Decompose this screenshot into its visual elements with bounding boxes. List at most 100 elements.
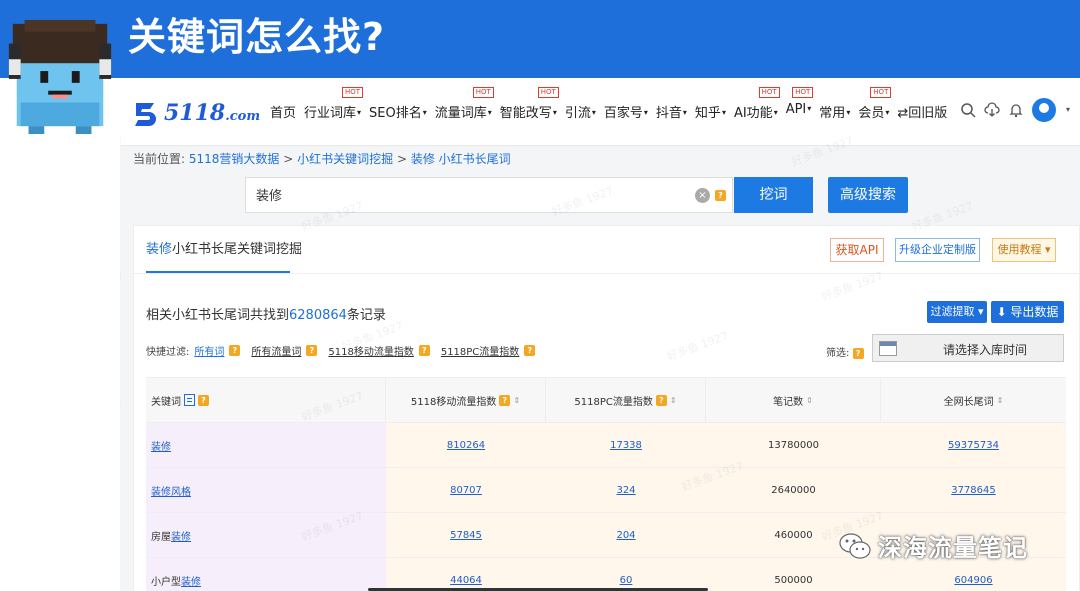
menu-item-5[interactable]: 引流▾ [561, 102, 600, 121]
menu-item-label: 流量词库 [434, 106, 487, 121]
screen-label-text: 筛选: [826, 348, 850, 359]
breadcrumb-item-xhs-keyword[interactable]: 小红书关键词挖掘 [297, 152, 393, 166]
upgrade-enterprise-button[interactable]: 升级企业定制版 [895, 238, 980, 262]
keyword-link[interactable]: 装修风格 [151, 483, 191, 498]
bell-icon[interactable] [1008, 102, 1024, 118]
keyword-link[interactable]: 装修 [171, 528, 191, 543]
menu-item-11[interactable]: 常用▾ [815, 102, 854, 121]
chevron-down-icon: ▾ [643, 108, 648, 117]
mobile-index-link[interactable]: 44064 [450, 575, 482, 586]
chevron-down-icon: ▾ [487, 108, 492, 117]
advanced-search-button[interactable]: 高级搜索 [828, 177, 908, 213]
pc-index-link[interactable]: 60 [620, 575, 633, 586]
list-icon[interactable] [184, 394, 195, 406]
col-keyword: 关键词 ? [146, 378, 386, 422]
longtail-link[interactable]: 604906 [954, 575, 992, 586]
help-icon[interactable]: ? [306, 345, 318, 356]
help-icon[interactable]: ? [499, 394, 511, 406]
notes-count: 460000 [774, 529, 813, 541]
breadcrumb-item-current[interactable]: 装修 小红书长尾词 [411, 152, 511, 166]
cell-pc-index: 17338 [546, 423, 706, 467]
help-icon[interactable]: ? [715, 190, 726, 201]
menu-item-9[interactable]: AI功能▾ HOT [730, 87, 782, 121]
export-data-button[interactable]: ⬇ 导出数据 [991, 301, 1064, 323]
tutorial-button[interactable]: 使用教程 ▾ [992, 238, 1056, 262]
filter-extract-button[interactable]: 过滤提取 ▾ [927, 301, 987, 323]
cell-mobile-index: 44064 [386, 558, 546, 591]
get-api-button[interactable]: 获取API [830, 238, 884, 262]
quick-filter-traffic[interactable]: 所有流量词 [251, 343, 301, 358]
banner: 关键词怎么找? [0, 0, 1080, 78]
keyword-link[interactable]: 装修 [151, 438, 171, 453]
help-icon[interactable]: ? [852, 347, 864, 359]
menu-item-12[interactable]: 会员▾ HOT [854, 87, 893, 121]
cloud-download-icon[interactable] [984, 102, 1000, 118]
site-logo[interactable]: 5118.com [132, 98, 260, 128]
result-suffix: 条记录 [346, 308, 386, 323]
col-mobile-label: 5118移动流量指数 [410, 396, 497, 408]
logo-brand: 5118 [164, 100, 226, 126]
menu-item-0[interactable]: 首页 [266, 102, 300, 121]
clear-icon[interactable]: × [695, 188, 710, 203]
menu-item-label: 智能改写 [499, 106, 552, 121]
menu-item-3[interactable]: 流量词库▾ HOT [431, 87, 496, 121]
col-notes[interactable]: 笔记数 ⇕ [706, 378, 881, 422]
pc-index-link[interactable]: 204 [616, 530, 635, 541]
cell-longtail: 59375734 [881, 423, 1066, 467]
table-row: 装修风格 80707 324 2640000 3778645 [146, 468, 1066, 513]
sort-icon[interactable]: ⇕ [670, 396, 677, 405]
col-longtail[interactable]: 全网长尾词 ⇕ [881, 378, 1066, 422]
result-number: 6280864 [289, 308, 347, 323]
user-avatar-icon[interactable] [1032, 98, 1056, 122]
mobile-index-link[interactable]: 57845 [450, 530, 482, 541]
help-icon[interactable]: ? [524, 345, 536, 356]
sort-icon[interactable]: ⇕ [806, 396, 813, 405]
result-prefix: 相关小红书长尾词共找到 [146, 308, 290, 323]
col-pc-index[interactable]: 5118PC流量指数 ? ⇕ [546, 378, 706, 422]
breadcrumb-item-marketing[interactable]: 5118营销大数据 [189, 152, 280, 166]
quick-filter: 快捷过滤: 所有词? 所有流量词? 5118移动流量指数? 5118PC流量指数… [146, 343, 536, 358]
help-icon[interactable]: ? [418, 345, 430, 356]
menu-item-6[interactable]: 百家号▾ [600, 102, 652, 121]
menu-item-label: AI功能 [733, 106, 773, 121]
menu-item-7[interactable]: 抖音▾ [652, 102, 691, 121]
date-placeholder: 请选择入库时间 [943, 343, 1028, 357]
col-notes-label: 笔记数 [773, 396, 804, 408]
menu-item-1[interactable]: 行业词库▾ HOT [300, 87, 365, 121]
menu-item-4[interactable]: 智能改写▾ HOT [496, 87, 561, 121]
tab-longtail-mining[interactable]: 装修小红书长尾关键词挖掘 [146, 238, 302, 257]
mobile-index-link[interactable]: 80707 [450, 485, 482, 496]
menu-item-10[interactable]: API▾ HOT [782, 87, 816, 121]
longtail-link[interactable]: 3778645 [951, 485, 996, 496]
dig-button[interactable]: 挖词 [734, 177, 813, 213]
sort-icon[interactable]: ⇕ [513, 396, 520, 405]
chevron-down-icon[interactable]: ▾ [1064, 102, 1072, 118]
menu-item-13[interactable]: ⇄回旧版 [893, 102, 951, 121]
account-watermark: 深海流量笔记 [838, 528, 1028, 563]
pc-index-link[interactable]: 324 [616, 485, 635, 496]
hot-badge: HOT [537, 87, 559, 98]
menu-item-2[interactable]: SEO排名▾ [365, 102, 431, 121]
search-input[interactable] [256, 187, 676, 202]
notes-count: 2640000 [771, 484, 816, 496]
search-icon[interactable] [960, 102, 976, 118]
hot-badge: HOT [870, 87, 892, 98]
chevron-down-icon: ▾ [885, 108, 890, 117]
keyword-link[interactable]: 装修 [181, 573, 201, 588]
help-icon[interactable]: ? [198, 394, 209, 406]
pc-index-link[interactable]: 17338 [610, 440, 642, 451]
chevron-down-icon: ▾ [552, 108, 557, 117]
menu-item-label: 首页 [270, 106, 297, 121]
quick-filter-all[interactable]: 所有词 [194, 343, 224, 358]
col-mobile-index[interactable]: 5118移动流量指数 ? ⇕ [386, 378, 546, 422]
longtail-link[interactable]: 59375734 [948, 440, 999, 451]
quick-filter-pc[interactable]: 5118PC流量指数 [441, 343, 519, 358]
date-picker[interactable]: 请选择入库时间 [872, 334, 1064, 362]
help-icon[interactable]: ? [229, 345, 241, 356]
quick-filter-mobile[interactable]: 5118移动流量指数 [328, 343, 413, 358]
sort-icon[interactable]: ⇕ [997, 396, 1004, 405]
mobile-index-link[interactable]: 810264 [447, 440, 485, 451]
help-icon[interactable]: ? [655, 394, 667, 406]
chevron-down-icon: ▾ [807, 104, 812, 113]
menu-item-8[interactable]: 知乎▾ [691, 102, 730, 121]
